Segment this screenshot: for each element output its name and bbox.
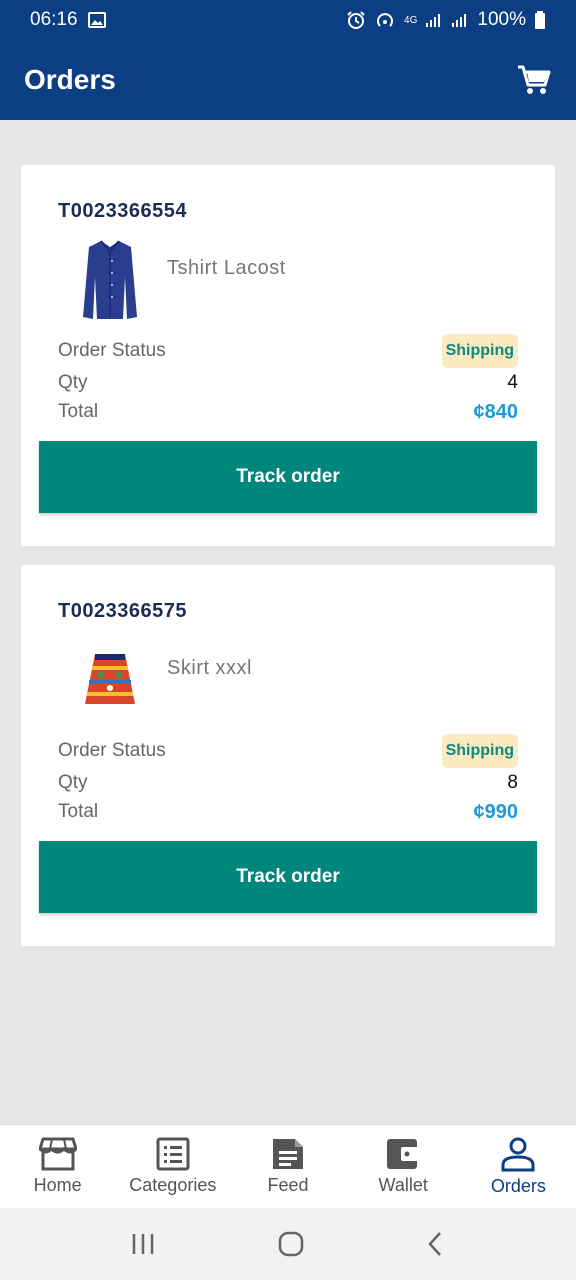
image-icon [87,12,106,28]
signal-icon-2 [452,14,467,27]
bottom-nav: Home Categories Feed Wallet Orders [0,1124,576,1208]
hotspot-icon [377,13,393,27]
product-image [75,635,145,725]
product-image [75,235,145,325]
total-row: Total ¢990 [58,800,518,824]
nav-item-home[interactable]: Home [0,1125,115,1208]
qty-row: Qty 8 [58,771,518,795]
person-icon [501,1137,535,1172]
app-bar: Orders [0,40,576,120]
order-status-row: Order Status Shipping [58,333,518,369]
status-badge: Shipping [441,334,518,368]
total-label: Total [58,801,99,822]
order-id: T0023366575 [58,600,187,622]
qty-value: 4 [507,372,518,393]
home-circle-icon[interactable] [277,1230,305,1258]
nav-item-wallet[interactable]: Wallet [346,1125,461,1208]
battery-icon [535,11,545,29]
track-order-button[interactable]: Track order [39,441,537,513]
nav-item-feed[interactable]: Feed [230,1125,345,1208]
order-card: T0023366575 Skirt xxxl Order Status Ship… [21,565,555,946]
store-icon [38,1137,77,1171]
cart-button[interactable] [516,62,552,98]
recent-apps-icon[interactable] [130,1232,156,1256]
battery-level: 100% [477,9,526,30]
order-status-label: Order Status [58,740,166,761]
product-name: Skirt xxxl [167,657,252,679]
back-icon[interactable] [426,1231,446,1257]
nav-label-home: Home [33,1175,82,1195]
signal-icon [426,14,441,27]
total-label: Total [58,401,99,422]
network-type: 4G [404,14,418,26]
total-row: Total ¢840 [58,400,518,424]
product-name: Tshirt Lacost [167,257,286,279]
nav-label-orders: Orders [490,1176,546,1196]
list-icon [156,1137,190,1171]
order-id: T0023366554 [58,200,187,222]
document-icon [273,1139,303,1169]
page-title: Orders [24,64,116,95]
order-card: T0023366554 Tshirt Lacost Order Status S… [21,165,555,546]
alarm-icon [347,11,365,29]
track-order-button[interactable]: Track order [39,841,537,913]
total-value: ¢840 [473,400,519,423]
cart-icon [518,65,551,94]
status-badge: Shipping [441,734,518,768]
status-time: 06:16 [30,9,78,30]
wallet-icon [387,1139,420,1169]
qty-label: Qty [58,772,88,793]
total-value: ¢990 [473,800,519,823]
qty-label: Qty [58,372,88,393]
system-nav-bar [0,1208,576,1280]
nav-label-categories: Categories [129,1175,217,1195]
status-bar: 06:16 4G 100% [0,0,576,40]
nav-label-feed: Feed [267,1175,309,1195]
nav-item-orders[interactable]: Orders [461,1125,576,1208]
shirt-image [83,240,137,319]
order-status-label: Order Status [58,340,166,361]
nav-item-categories[interactable]: Categories [115,1125,230,1208]
nav-label-wallet: Wallet [378,1175,428,1195]
order-status-row: Order Status Shipping [58,733,518,769]
qty-row: Qty 4 [58,371,518,395]
qty-value: 8 [507,772,518,793]
skirt-image [85,654,135,704]
